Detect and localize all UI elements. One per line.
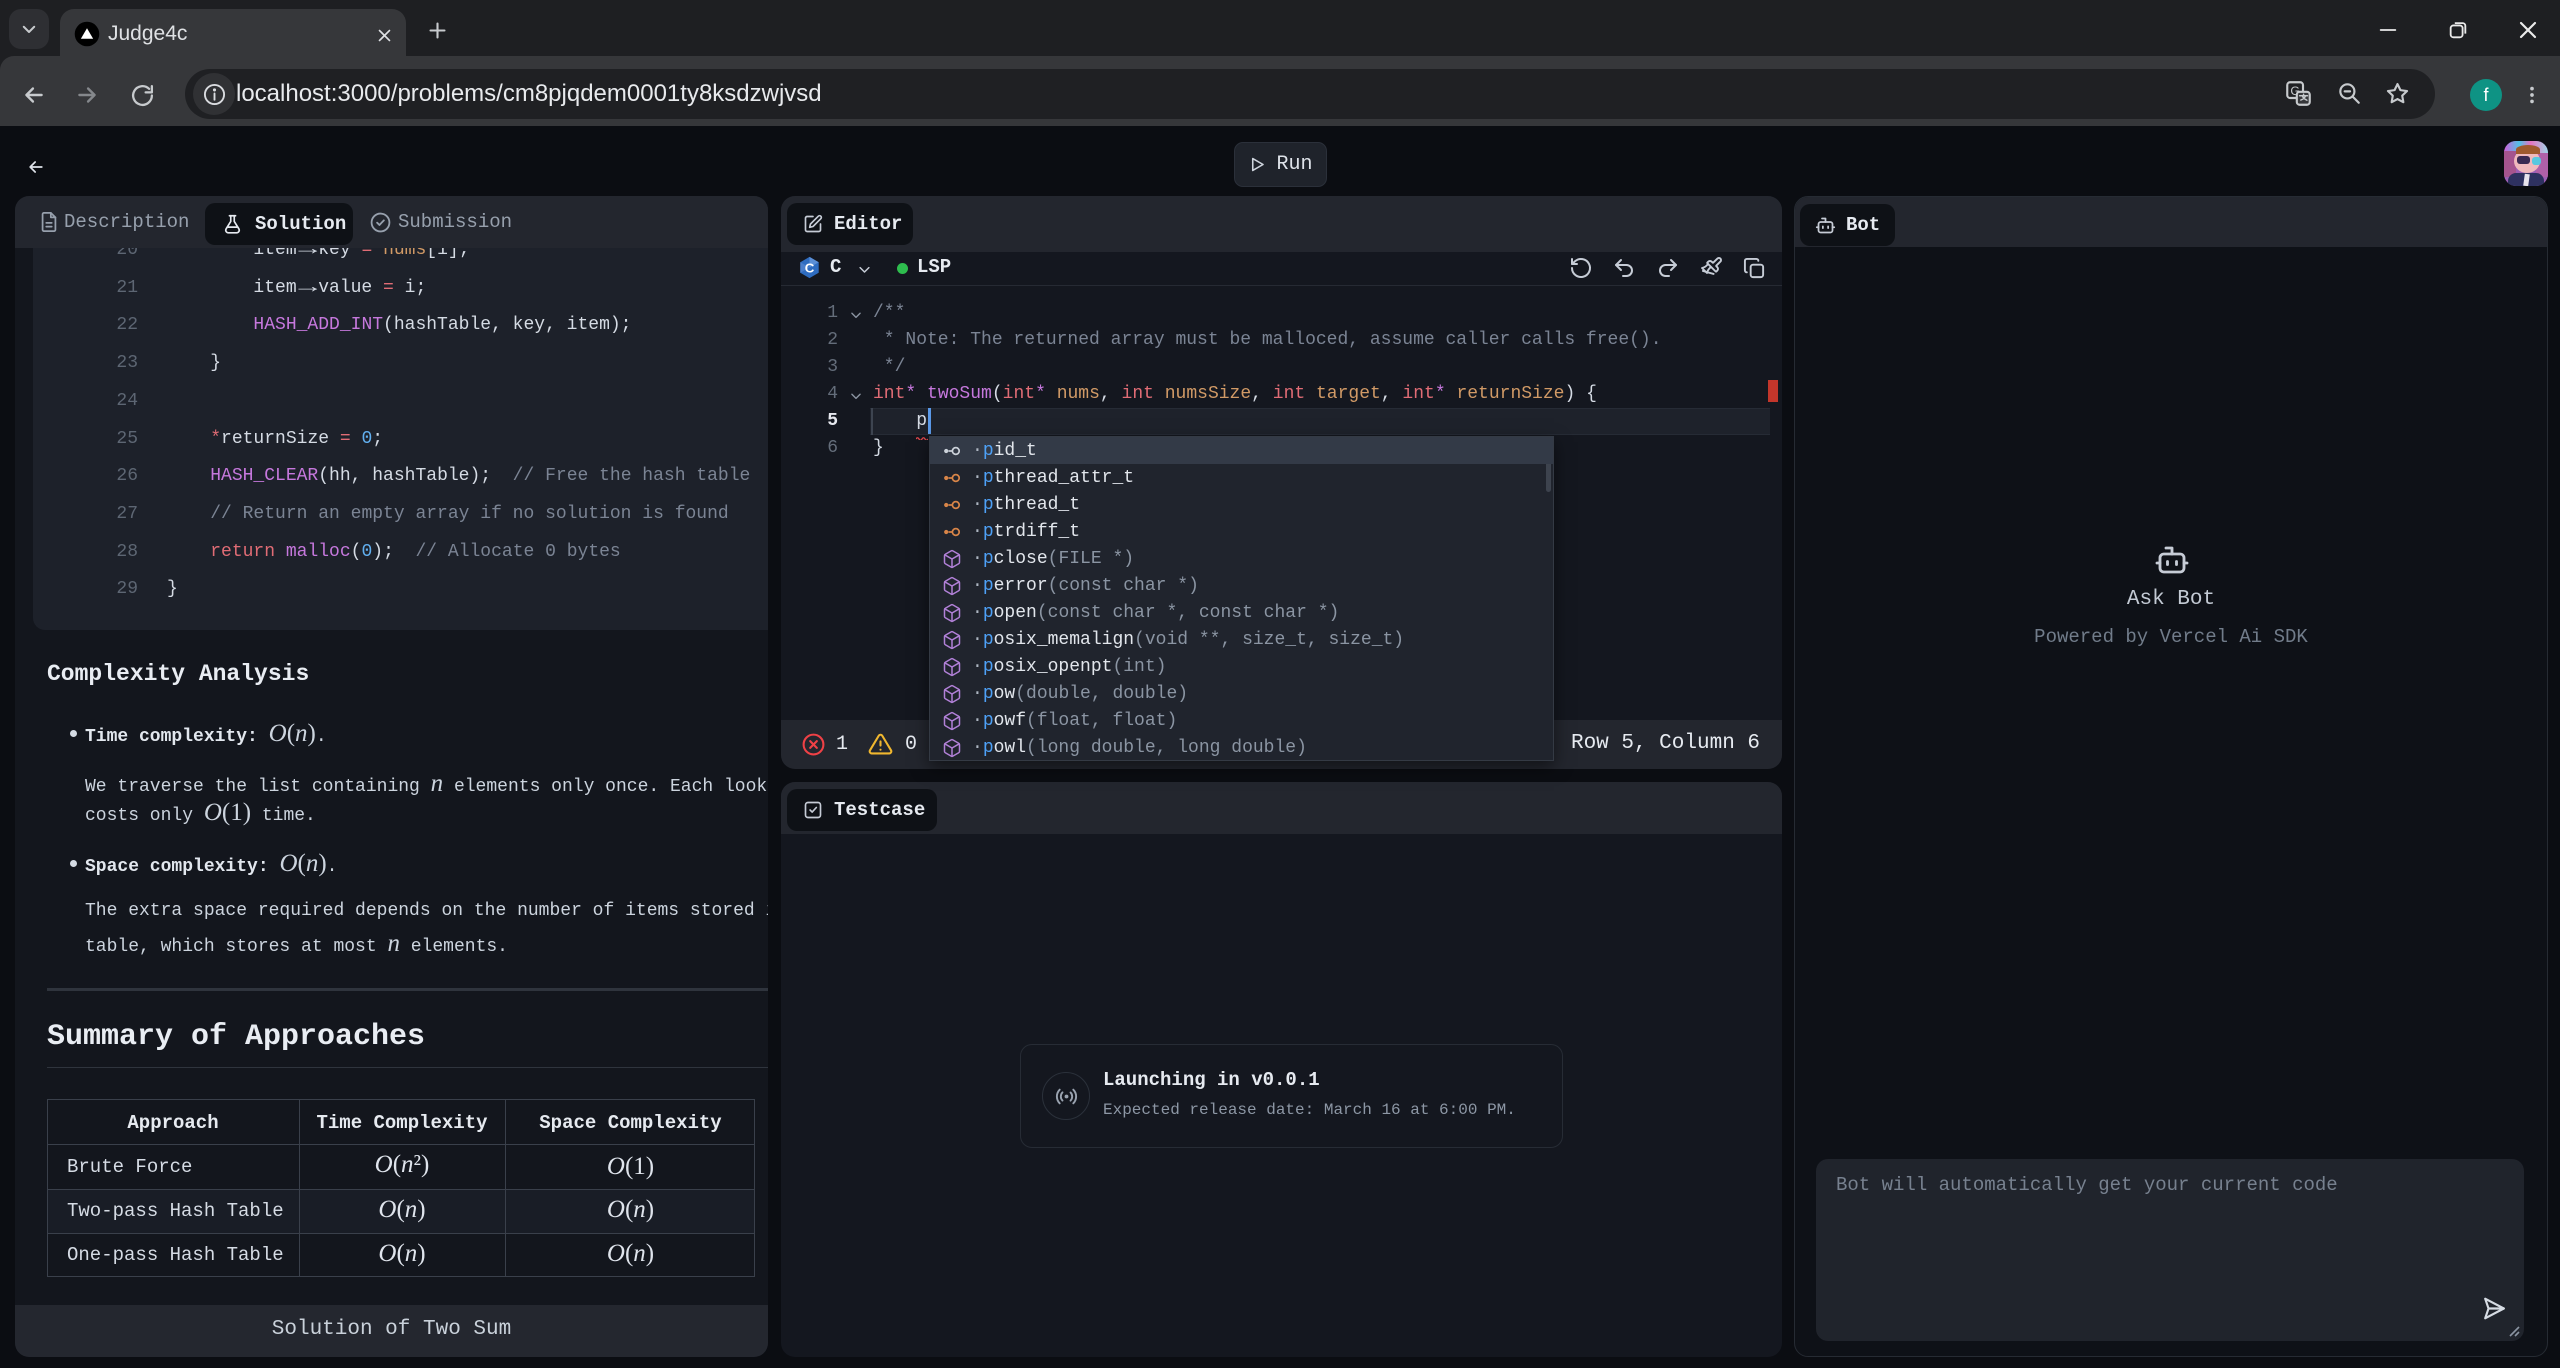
svg-text:C: C <box>804 260 814 275</box>
